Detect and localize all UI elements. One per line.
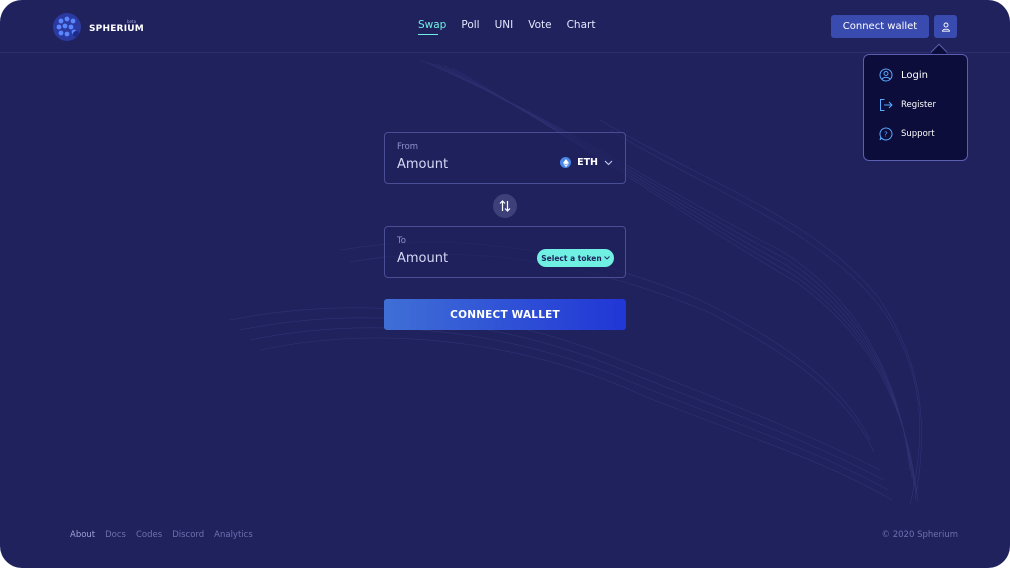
footer-link-analytics[interactable]: Analytics bbox=[214, 530, 253, 540]
footer-link-discord[interactable]: Discord bbox=[172, 530, 204, 540]
brand-tag: beta bbox=[127, 19, 137, 24]
footer-link-docs[interactable]: Docs bbox=[105, 530, 126, 540]
wave-background bbox=[229, 59, 922, 506]
connect-wallet-cta[interactable]: CONNECT WALLET bbox=[384, 299, 626, 330]
to-label: To bbox=[397, 236, 406, 246]
app-frame: SPHERIUM beta Swap Poll UNI Vote Chart C… bbox=[0, 0, 1010, 568]
footer-link-codes[interactable]: Codes bbox=[136, 530, 162, 540]
swap-arrows-icon bbox=[499, 200, 511, 212]
menu-item-support[interactable]: ? Support bbox=[879, 127, 935, 141]
main-nav: Swap Poll UNI Vote Chart bbox=[418, 19, 596, 35]
nav-chart[interactable]: Chart bbox=[567, 19, 596, 31]
eth-icon bbox=[560, 157, 572, 168]
question-bubble-icon: ? bbox=[879, 127, 893, 141]
from-amount-input[interactable]: Amount bbox=[397, 157, 448, 172]
sign-out-icon bbox=[880, 99, 893, 111]
user-menu-button[interactable] bbox=[934, 15, 957, 38]
menu-item-login[interactable]: Login bbox=[879, 68, 928, 82]
top-header: SPHERIUM beta Swap Poll UNI Vote Chart C… bbox=[0, 0, 1010, 53]
menu-item-register[interactable]: Register bbox=[879, 98, 936, 112]
from-token-selector[interactable]: ETH bbox=[560, 157, 613, 168]
footer-link-about[interactable]: About bbox=[70, 530, 95, 540]
to-panel: To Amount Select a token bbox=[384, 226, 626, 278]
from-token-label: ETH bbox=[577, 157, 598, 168]
select-token-button[interactable]: Select a token bbox=[537, 249, 614, 267]
nav-poll[interactable]: Poll bbox=[461, 19, 479, 31]
chevron-down-icon bbox=[604, 160, 613, 165]
support-label: Support bbox=[901, 129, 935, 139]
user-icon bbox=[941, 22, 950, 32]
to-amount-input[interactable]: Amount bbox=[397, 251, 448, 266]
sphere-logo-icon bbox=[53, 13, 81, 41]
brand-name: SPHERIUM bbox=[89, 24, 144, 34]
chevron-down-icon bbox=[603, 256, 610, 260]
copyright-text: © 2020 Spherium bbox=[881, 530, 958, 540]
register-label: Register bbox=[901, 100, 936, 110]
select-token-label: Select a token bbox=[541, 253, 602, 263]
from-panel: From Amount ETH bbox=[384, 132, 626, 184]
svg-text:?: ? bbox=[884, 131, 888, 139]
nav-uni[interactable]: UNI bbox=[495, 19, 514, 31]
connect-wallet-button[interactable]: Connect wallet bbox=[831, 15, 929, 38]
footer-links: About Docs Codes Discord Analytics bbox=[70, 530, 253, 540]
login-label: Login bbox=[901, 69, 928, 81]
from-label: From bbox=[397, 142, 419, 152]
user-dropdown-menu: Login Register ? Support bbox=[863, 54, 968, 161]
swap-direction-button[interactable] bbox=[493, 194, 517, 218]
nav-vote[interactable]: Vote bbox=[528, 19, 551, 31]
user-circle-icon bbox=[879, 68, 893, 82]
nav-swap[interactable]: Swap bbox=[418, 19, 446, 35]
